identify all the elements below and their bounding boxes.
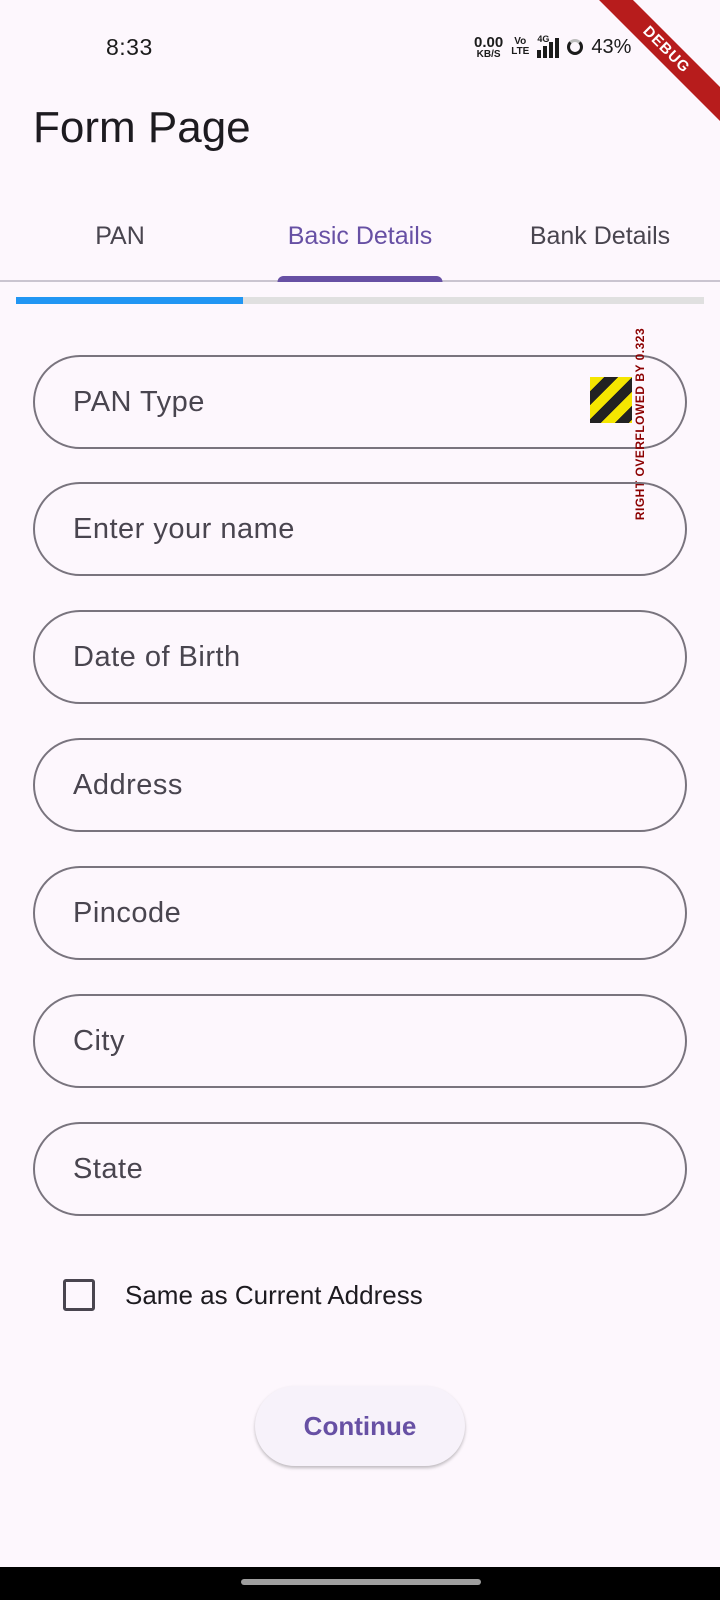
gesture-handle[interactable]	[241, 1579, 481, 1585]
signal-bar	[543, 46, 548, 58]
tab-label: Basic Details	[287, 221, 433, 250]
field-placeholder: City	[73, 1024, 125, 1057]
network-type: 4G	[537, 34, 550, 44]
debug-banner-label: DEBUG	[586, 0, 720, 130]
signal-bar	[549, 42, 554, 58]
network-speed-value: 0.00	[474, 33, 504, 51]
pan-type-dropdown[interactable]: PAN Type	[33, 355, 687, 449]
field-placeholder: PAN Type	[73, 385, 205, 418]
pincode-field[interactable]: Pincode	[33, 866, 687, 960]
field-placeholder: Address	[73, 768, 183, 801]
address-field[interactable]: Address	[33, 738, 687, 832]
same-address-row[interactable]: Same as Current Address	[63, 1279, 423, 1311]
tab-basic-details[interactable]: Basic Details	[240, 192, 480, 282]
debug-banner: DEBUG	[580, 0, 720, 140]
date-of-birth-field[interactable]: Date of Birth	[33, 610, 687, 704]
name-field[interactable]: Enter your name	[33, 482, 687, 576]
tab-label: PAN	[95, 221, 145, 250]
city-field[interactable]: City	[33, 994, 687, 1088]
same-address-label[interactable]: Same as Current Address	[125, 1280, 423, 1311]
field-placeholder: Date of Birth	[73, 640, 241, 673]
volte-icon: Vo LTE	[511, 37, 529, 57]
status-time: 8:33	[106, 34, 153, 60]
volte-bottom: LTE	[511, 46, 530, 57]
network-speed-unit: KB/S	[476, 48, 501, 60]
field-placeholder: Pincode	[73, 896, 182, 929]
signal-bar	[537, 50, 542, 58]
progress-fill	[16, 297, 244, 304]
field-placeholder: Enter your name	[73, 512, 295, 545]
page-title: Form Page	[33, 103, 251, 152]
signal-icon: 4G	[537, 34, 560, 58]
tab-label: Bank Details	[529, 221, 671, 250]
tab-bar: PAN Basic Details Bank Details	[0, 192, 720, 282]
network-speed: 0.00 KB/S	[474, 35, 503, 60]
signal-bar	[555, 38, 560, 58]
progress-bar	[16, 297, 704, 304]
state-field[interactable]: State	[33, 1122, 687, 1216]
tab-bank-details[interactable]: Bank Details	[480, 192, 720, 280]
field-placeholder: State	[73, 1152, 144, 1185]
continue-button[interactable]: Continue	[255, 1386, 465, 1466]
tab-pan[interactable]: PAN	[0, 192, 240, 280]
tab-indicator	[277, 276, 443, 282]
same-address-checkbox[interactable]	[63, 1279, 95, 1311]
system-navigation-bar	[0, 1567, 720, 1600]
overflow-warning-stripe	[590, 377, 632, 423]
